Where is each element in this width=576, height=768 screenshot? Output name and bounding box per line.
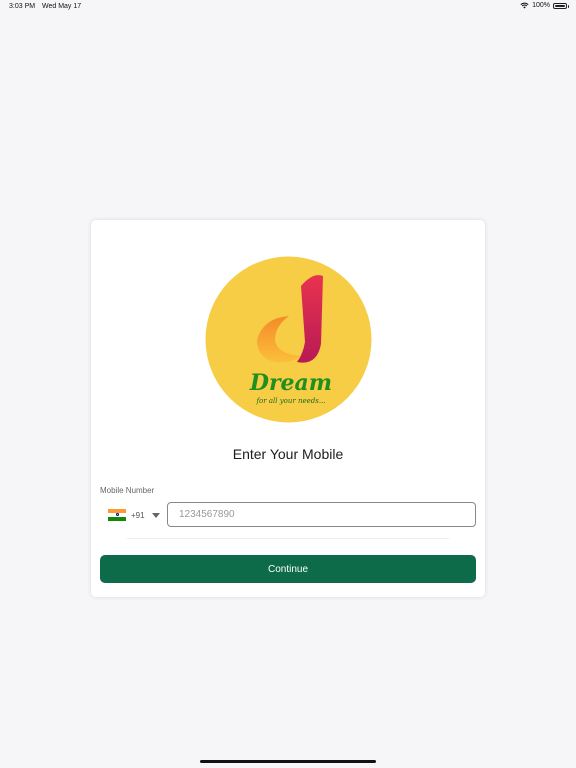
divider bbox=[127, 538, 449, 539]
page-title: Enter Your Mobile bbox=[232, 446, 344, 462]
continue-button[interactable]: Continue bbox=[100, 555, 476, 583]
logo-brand-text: Dream bbox=[249, 370, 332, 396]
battery-percent: 100% bbox=[532, 2, 550, 9]
status-bar: 3:03 PM Wed May 17 100% bbox=[0, 0, 576, 14]
mobile-number-label: Mobile Number bbox=[100, 486, 155, 495]
dream-logo: Dream for all your needs... bbox=[205, 256, 372, 423]
home-indicator bbox=[200, 760, 376, 763]
status-time: 3:03 PM bbox=[9, 3, 36, 10]
wifi-icon bbox=[520, 2, 529, 9]
status-date: Wed May 17 bbox=[42, 3, 82, 10]
login-card: Dream for all your needs... Enter Your M… bbox=[91, 220, 485, 597]
chevron-down-icon bbox=[151, 512, 160, 518]
country-code-picker[interactable]: +91 bbox=[108, 506, 160, 524]
battery-icon bbox=[553, 2, 569, 9]
dial-code: +91 bbox=[131, 510, 145, 520]
mobile-number-input[interactable] bbox=[167, 502, 476, 527]
logo-tagline: for all your needs... bbox=[255, 397, 325, 405]
india-flag-icon bbox=[108, 509, 126, 521]
status-indicators: 100% bbox=[520, 2, 569, 9]
